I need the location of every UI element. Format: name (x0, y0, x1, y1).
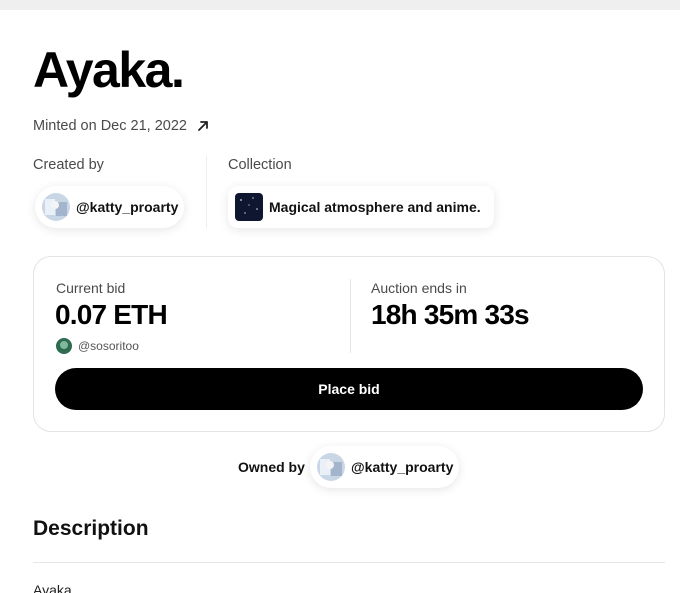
bidder-handle: @sosoritoo (78, 339, 139, 353)
minted-date: Minted on Dec 21, 2022 (33, 118, 187, 134)
bidder-link[interactable]: @sosoritoo (56, 338, 139, 354)
creator-avatar (42, 193, 70, 221)
collection-thumbnail (235, 193, 263, 221)
minted-info[interactable]: Minted on Dec 21, 2022 (33, 118, 211, 134)
description-text: Ayaka (33, 582, 72, 593)
place-bid-button[interactable]: Place bid (55, 368, 643, 410)
description-heading: Description (33, 517, 149, 540)
top-bar (0, 0, 680, 10)
collection-name: Magical atmosphere and anime. (269, 199, 481, 215)
auction-card: Current bid 0.07 ETH @sosoritoo Auction … (33, 256, 665, 432)
owned-by-label: Owned by (238, 459, 305, 475)
creator-handle: @katty_proarty (76, 199, 179, 215)
created-by-label: Created by (33, 157, 104, 173)
owner-avatar (317, 453, 345, 481)
nft-title: Ayaka. (33, 42, 185, 98)
creator-chip[interactable]: @katty_proarty (35, 186, 184, 228)
collection-chip[interactable]: Magical atmosphere and anime. (228, 186, 494, 228)
auction-ends-label: Auction ends in (371, 280, 467, 296)
bidder-avatar (56, 338, 72, 354)
auction-countdown: 18h 35m 33s (371, 299, 530, 330)
owner-chip[interactable]: @katty_proarty (310, 446, 459, 488)
collection-label: Collection (228, 157, 292, 173)
arrow-up-right-icon[interactable] (195, 118, 211, 134)
section-divider (206, 156, 207, 228)
current-bid-label: Current bid (56, 280, 126, 296)
current-bid-value: 0.07 ETH (55, 299, 168, 330)
description-divider (33, 562, 665, 563)
owner-handle: @katty_proarty (351, 459, 454, 475)
auction-divider (350, 279, 351, 353)
